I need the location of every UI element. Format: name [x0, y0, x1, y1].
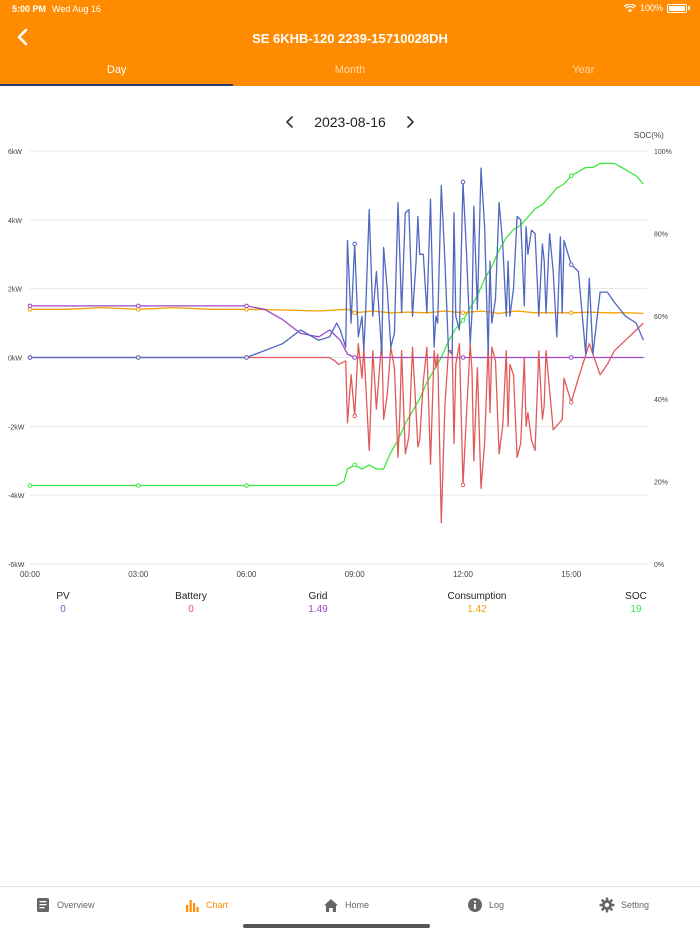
summary-label: SOC [625, 591, 647, 602]
data-point-soc [568, 173, 574, 179]
data-point-grid [244, 303, 249, 309]
data-point-pv [244, 355, 249, 360]
y-tick-label: 4kW [8, 218, 22, 225]
series-line-pv [30, 167, 644, 359]
series-line-grid [30, 305, 644, 359]
data-point-soc [460, 318, 466, 323]
summary-label: Grid [308, 591, 328, 602]
data-point-pv [352, 241, 358, 247]
data-point-battery [460, 482, 466, 488]
data-point-consumption [460, 310, 466, 316]
y-tick-label: 6kW [8, 149, 22, 156]
y-tick-label: 2kW [8, 287, 22, 294]
x-tick-label: 06:00 [236, 570, 257, 579]
data-point-grid [352, 355, 358, 360]
y2-tick-label: 60% [654, 314, 668, 321]
battery-icon [667, 3, 687, 13]
tab-day[interactable]: Day [0, 56, 234, 86]
summary-value: 0 [188, 604, 194, 615]
summary-label: Consumption [447, 591, 507, 602]
y2-tick-label: 20% [654, 479, 668, 486]
info-icon [468, 898, 482, 912]
nav-overview[interactable]: Overview [36, 895, 95, 915]
nav-label: Log [489, 900, 505, 910]
x-tick-label: 15:00 [561, 570, 582, 579]
data-point-pv [135, 355, 141, 360]
y-tick-label: -2kW [8, 424, 25, 431]
nav-label: Setting [621, 900, 650, 910]
period-tabs: Day Month Year [0, 56, 700, 86]
status-indicators: 100% [623, 3, 690, 13]
page-title: SE 6KHB-120 2239-15710028DH [252, 31, 448, 46]
summary-value: 1.49 [308, 604, 328, 615]
tab-month[interactable]: Month [233, 56, 466, 86]
summary-grid: Grid 1.49 [308, 590, 327, 616]
data-point-consumption [352, 310, 358, 316]
summary-label: PV [56, 591, 70, 602]
y2-tick-label: 100% [654, 149, 672, 156]
nav-setting[interactable]: Setting [599, 895, 649, 915]
home-icon [324, 898, 338, 912]
battery-percent: 100% [639, 3, 663, 13]
y-tick-label: -4kW [8, 493, 25, 500]
data-point-grid [460, 355, 466, 360]
summary-battery: Battery 0 [175, 590, 207, 616]
data-point-grid [27, 303, 33, 309]
nav-home[interactable]: Home [323, 895, 369, 915]
y2-tick-label: 80% [654, 232, 668, 239]
status-time: 5:00 PM [12, 4, 47, 14]
tab-year[interactable]: Year [467, 56, 700, 86]
data-point-pv [568, 262, 574, 267]
y-tick-label: 0kW [8, 356, 22, 363]
series-line-battery [30, 322, 644, 524]
nav-label: Overview [57, 900, 95, 910]
nav-label: Home [345, 900, 370, 910]
summary-soc: SOC 19 [625, 590, 647, 616]
x-tick-label: 00:00 [20, 570, 41, 579]
document-icon [37, 898, 49, 912]
x-tick-label: 03:00 [128, 570, 149, 579]
data-point-soc [244, 483, 249, 488]
status-bar: 5:00 PM Wed Aug 16 100% [0, 0, 700, 18]
data-point-consumption [568, 310, 574, 316]
summary-legend: PV 0 Battery 0 Grid 1.49 Consumption 1.4… [0, 590, 700, 620]
data-point-grid [568, 355, 574, 360]
data-point-soc [352, 462, 358, 468]
y2-axis-label: SOC(%) [634, 131, 664, 140]
data-point-battery [352, 413, 358, 419]
home-indicator [243, 924, 430, 928]
x-tick-label: 09:00 [345, 570, 366, 579]
summary-value: 0 [60, 604, 66, 615]
summary-value: 19 [630, 604, 642, 615]
status-date: Wed Aug 16 [52, 4, 101, 14]
y2-tick-label: 0% [654, 562, 664, 569]
x-tick-label: 12:00 [453, 570, 474, 579]
data-point-battery [568, 399, 574, 405]
bar-chart-icon [186, 899, 199, 912]
summary-consumption: Consumption 1.42 [448, 590, 507, 616]
y2-tick-label: 40% [654, 397, 668, 404]
summary-value: 1.42 [467, 604, 487, 615]
summary-pv: PV 0 [56, 590, 69, 616]
data-point-pv [27, 355, 33, 360]
nav-log[interactable]: Log [467, 895, 504, 915]
energy-line-chart[interactable]: 6kW 4kW 2kW 0kW -2kW -4kW -6kW 100% 80% 60% 40% 20%… [0, 128, 700, 588]
series-line-consumption [30, 306, 644, 315]
nav-chart[interactable]: Chart [185, 895, 228, 915]
data-point-soc [27, 483, 33, 488]
data-point-soc [135, 483, 141, 488]
data-point-grid [135, 303, 141, 309]
y-tick-label: -6kW [8, 562, 25, 569]
gear-icon [599, 897, 615, 913]
app-header: 5:00 PM Wed Aug 16 100% SE 6KHB-120 2239… [0, 0, 700, 86]
nav-label: Chart [206, 900, 229, 910]
wifi-icon [623, 3, 636, 12]
data-point-pv [460, 179, 466, 185]
summary-label: Battery [175, 591, 207, 602]
